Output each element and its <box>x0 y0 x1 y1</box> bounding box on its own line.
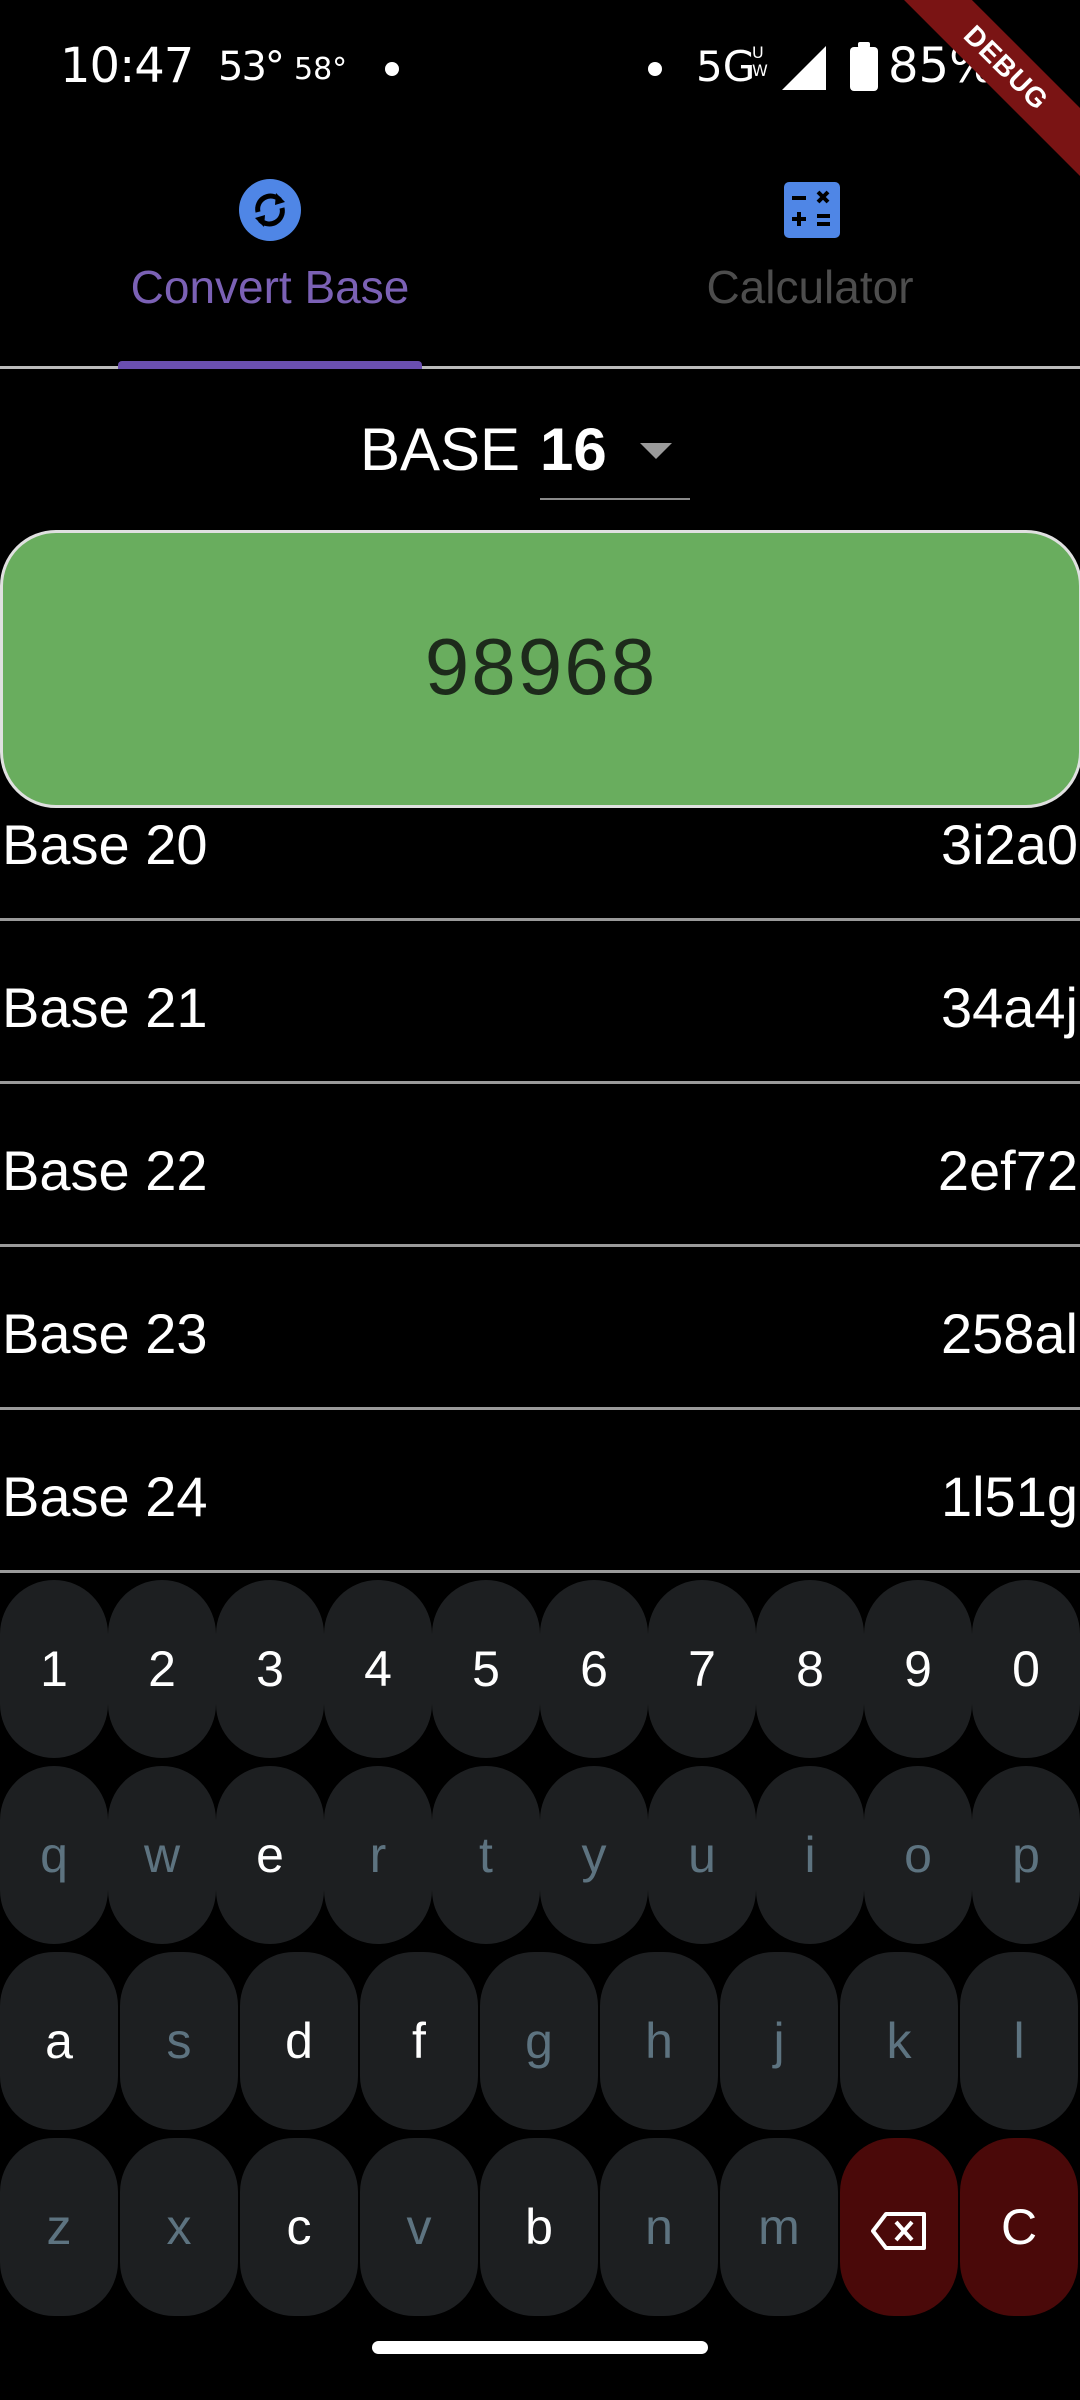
result-base-label: Base 22 <box>2 1139 208 1202</box>
result-value: 1l51g <box>940 1465 1078 1528</box>
key-x[interactable]: x <box>120 2138 238 2316</box>
key-h[interactable]: h <box>600 1952 718 2130</box>
key-t[interactable]: t <box>432 1766 540 1944</box>
home-indicator[interactable] <box>372 2341 708 2354</box>
clear-button[interactable]: C <box>960 2138 1078 2316</box>
signal-icon <box>782 46 826 90</box>
key-o[interactable]: o <box>864 1766 972 1944</box>
key-a[interactable]: a <box>0 1952 118 2130</box>
result-base-label: Base 24 <box>2 1465 208 1528</box>
key-5[interactable]: 5 <box>432 1580 540 1758</box>
network-subtype: U W <box>752 43 768 80</box>
status-time: 10:47 <box>60 38 194 94</box>
base-selector-label: BASE <box>360 416 521 483</box>
status-bar: 10:47 53° 58° 5G U W 85% <box>0 0 1080 130</box>
result-base-label: Base 23 <box>2 1302 208 1365</box>
result-row: Base 22 2ef72 <box>0 1084 1080 1247</box>
chevron-down-icon <box>640 443 672 459</box>
key-q[interactable]: q <box>0 1766 108 1944</box>
key-i[interactable]: i <box>756 1766 864 1944</box>
key-d[interactable]: d <box>240 1952 358 2130</box>
result-row: Base 20 3i2a0 <box>0 808 1080 921</box>
key-f[interactable]: f <box>360 1952 478 2130</box>
key-s[interactable]: s <box>120 1952 238 2130</box>
key-2[interactable]: 2 <box>108 1580 216 1758</box>
key-r[interactable]: r <box>324 1766 432 1944</box>
tab-calculator[interactable]: Calculator <box>540 160 1080 366</box>
key-u[interactable]: u <box>648 1766 756 1944</box>
key-6[interactable]: 6 <box>540 1580 648 1758</box>
backspace-button[interactable] <box>840 2138 958 2316</box>
key-9[interactable]: 9 <box>864 1580 972 1758</box>
key-z[interactable]: z <box>0 2138 118 2316</box>
key-4[interactable]: 4 <box>324 1580 432 1758</box>
status-temp-other: 58° <box>294 52 348 87</box>
input-value: 98968 <box>424 622 658 711</box>
key-w[interactable]: w <box>108 1766 216 1944</box>
sync-icon <box>239 179 301 241</box>
key-n[interactable]: n <box>600 2138 718 2316</box>
battery-percent: 85% <box>888 38 995 94</box>
tab-convert-base[interactable]: Convert Base <box>0 160 540 369</box>
key-l[interactable]: l <box>960 1952 1078 2130</box>
tab-bar: Convert Base Calculator <box>0 160 1080 369</box>
status-temp-current: 53° <box>218 44 285 90</box>
notification-dot-icon <box>648 62 662 76</box>
key-b[interactable]: b <box>480 2138 598 2316</box>
result-base-label: Base 20 <box>2 813 208 876</box>
notification-dot-icon <box>385 62 399 76</box>
result-value: 3i2a0 <box>940 813 1078 876</box>
key-m[interactable]: m <box>720 2138 838 2316</box>
keyboard: 1234567890 qwertyuiop asdfghjkl zxcvbnmC <box>0 1580 1080 2320</box>
tab-convert-base-label: Convert Base <box>130 261 410 313</box>
key-v[interactable]: v <box>360 2138 478 2316</box>
result-row: Base 23 258al <box>0 1247 1080 1410</box>
key-k[interactable]: k <box>840 1952 958 2130</box>
key-j[interactable]: j <box>720 1952 838 2130</box>
result-row: Base 24 1l51g <box>0 1410 1080 1573</box>
result-value: 258al <box>940 1302 1078 1365</box>
tab-indicator <box>118 361 422 369</box>
battery-icon <box>850 42 878 91</box>
key-e[interactable]: e <box>216 1766 324 1944</box>
key-1[interactable]: 1 <box>0 1580 108 1758</box>
conversion-results-list: Base 20 3i2a0 Base 21 34a4j Base 22 2ef7… <box>0 808 1080 1573</box>
network-type: 5G <box>696 42 756 91</box>
base-dropdown-value: 16 <box>540 416 607 483</box>
result-row: Base 21 34a4j <box>0 921 1080 1084</box>
backspace-icon <box>871 2211 926 2250</box>
result-value: 34a4j <box>940 976 1078 1039</box>
key-7[interactable]: 7 <box>648 1580 756 1758</box>
key-c[interactable]: c <box>240 2138 358 2316</box>
key-g[interactable]: g <box>480 1952 598 2130</box>
tab-calculator-label: Calculator <box>706 261 914 313</box>
base-dropdown[interactable]: 16 <box>540 405 690 500</box>
key-8[interactable]: 8 <box>756 1580 864 1758</box>
key-p[interactable]: p <box>972 1766 1080 1944</box>
input-display: 98968 <box>0 530 1080 808</box>
key-3[interactable]: 3 <box>216 1580 324 1758</box>
result-value: 2ef72 <box>937 1139 1078 1202</box>
key-0[interactable]: 0 <box>972 1580 1080 1758</box>
result-base-label: Base 21 <box>2 976 208 1039</box>
key-y[interactable]: y <box>540 1766 648 1944</box>
calculator-icon <box>784 182 840 238</box>
